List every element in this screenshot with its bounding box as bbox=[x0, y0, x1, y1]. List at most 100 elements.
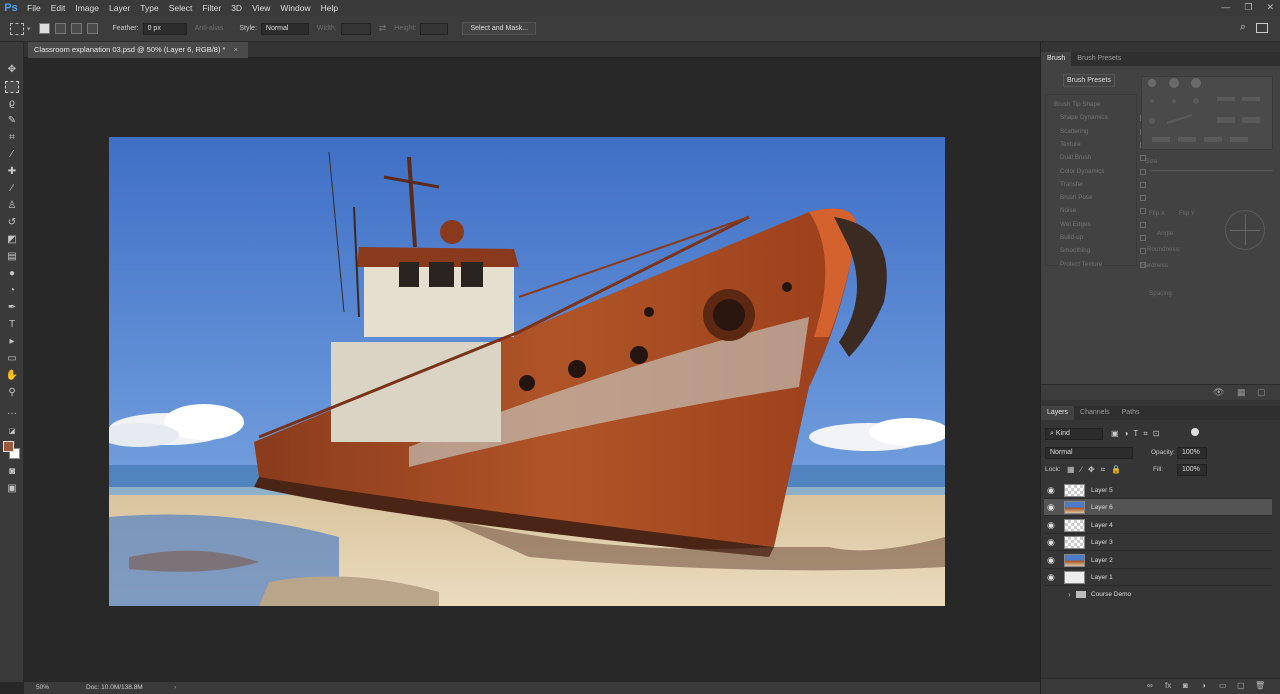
eye-preview-icon[interactable]: 👁 bbox=[1213, 387, 1224, 398]
style-select[interactable]: Normal bbox=[260, 22, 309, 35]
layer-row[interactable]: ◉ Layer 5 bbox=[1044, 482, 1272, 499]
tab-layers[interactable]: Layers bbox=[1041, 406, 1075, 420]
brush-angle-preview[interactable] bbox=[1225, 210, 1265, 250]
lock-icon[interactable] bbox=[1140, 208, 1146, 215]
brush-setting-dual-brush[interactable]: Dual Brush bbox=[1060, 152, 1146, 164]
quick-mask-icon[interactable]: ◙ bbox=[5, 466, 19, 478]
move-tool-icon[interactable]: ✥ bbox=[5, 64, 19, 76]
height-input[interactable] bbox=[420, 22, 449, 35]
link-layers-icon[interactable]: ∞ bbox=[1147, 681, 1153, 690]
add-mask-icon[interactable]: ◙ bbox=[1183, 681, 1188, 690]
menu-select[interactable]: Select bbox=[164, 0, 198, 16]
lock-icon[interactable] bbox=[1140, 168, 1146, 175]
add-to-selection-icon[interactable] bbox=[54, 23, 66, 34]
default-colors-icon[interactable]: ◪ ⇆ bbox=[5, 426, 19, 447]
brush-setting-wet-edges[interactable]: Wet Edges bbox=[1060, 219, 1146, 231]
menu-help[interactable]: Help bbox=[316, 0, 343, 16]
brush-presets-button[interactable]: Brush Presets bbox=[1063, 74, 1115, 87]
delete-layer-icon[interactable]: 🗑 bbox=[1255, 681, 1265, 690]
menu-edit[interactable]: Edit bbox=[46, 0, 71, 16]
subtract-selection-icon[interactable] bbox=[70, 23, 82, 34]
layer-row[interactable]: ◉ Layer 1 bbox=[1044, 569, 1272, 586]
layer-style-icon[interactable]: fx bbox=[1165, 681, 1171, 690]
menu-layer[interactable]: Layer bbox=[104, 0, 135, 16]
blend-mode-select[interactable]: Normal bbox=[1045, 447, 1133, 459]
close-button[interactable]: ✕ bbox=[1266, 0, 1274, 14]
blur-tool-icon[interactable]: ● bbox=[5, 268, 19, 280]
lasso-tool-icon[interactable]: ϱ bbox=[5, 98, 19, 110]
brush-setting-scattering[interactable]: Scattering bbox=[1060, 126, 1146, 138]
chevron-right-icon[interactable]: › bbox=[174, 682, 176, 694]
tab-brush[interactable]: Brush bbox=[1041, 52, 1072, 66]
layer-group-row[interactable]: › Course Demo bbox=[1044, 586, 1272, 603]
visibility-eye-icon[interactable]: ◉ bbox=[1047, 502, 1057, 512]
layer-row[interactable]: ◉ Layer 6 bbox=[1044, 499, 1272, 517]
opacity-input[interactable]: 100% bbox=[1177, 447, 1207, 459]
lock-icon[interactable] bbox=[1140, 195, 1146, 202]
visibility-eye-icon[interactable]: ◉ bbox=[1047, 485, 1057, 495]
menu-filter[interactable]: Filter bbox=[197, 0, 226, 16]
chevron-right-icon[interactable]: › bbox=[1068, 586, 1071, 603]
rectangular-marquee-tool-icon[interactable] bbox=[5, 81, 19, 93]
new-layer-icon[interactable]: ▢ bbox=[1237, 681, 1245, 690]
fill-input[interactable]: 100% bbox=[1177, 464, 1207, 476]
visibility-eye-icon[interactable]: ◉ bbox=[1047, 537, 1057, 547]
more-tools-icon[interactable]: ··· bbox=[5, 408, 19, 420]
layer-filter-select[interactable]: ⌕ Kind bbox=[1045, 428, 1103, 440]
brush-setting-brush-pose[interactable]: Brush Pose bbox=[1060, 192, 1146, 204]
zoom-tool-icon[interactable]: ⚲ bbox=[5, 387, 19, 399]
layer-row[interactable]: ◉ Layer 2 bbox=[1044, 551, 1272, 569]
brush-setting-brush-tip-shape[interactable]: Brush Tip Shape bbox=[1054, 99, 1126, 111]
gradient-tool-icon[interactable]: ▤ bbox=[5, 251, 19, 263]
antialias-checkbox[interactable]: Anti-alias bbox=[195, 25, 224, 32]
clone-stamp-tool-icon[interactable]: ♙ bbox=[5, 200, 19, 212]
tab-brush-presets[interactable]: Brush Presets bbox=[1071, 52, 1127, 66]
menu-type[interactable]: Type bbox=[135, 0, 163, 16]
brush-tool-icon[interactable]: ∕ bbox=[5, 183, 19, 195]
document-tab[interactable]: Classroom explanation 03.psd @ 50% (Laye… bbox=[28, 42, 248, 58]
brush-setting-transfer[interactable]: Transfer bbox=[1060, 179, 1146, 191]
quick-selection-tool-icon[interactable]: ✎ bbox=[5, 115, 19, 127]
close-tab-icon[interactable]: × bbox=[234, 45, 238, 54]
menu-window[interactable]: Window bbox=[275, 0, 315, 16]
menu-file[interactable]: File bbox=[22, 0, 46, 16]
menu-3d[interactable]: 3D bbox=[226, 0, 247, 16]
type-tool-icon[interactable]: T bbox=[5, 319, 19, 331]
restore-button[interactable]: ❐ bbox=[1244, 0, 1252, 14]
new-group-icon[interactable]: ▭ bbox=[1219, 681, 1227, 690]
foreground-color-swatch[interactable] bbox=[3, 441, 14, 452]
brush-tip-grid[interactable] bbox=[1141, 76, 1273, 150]
history-brush-tool-icon[interactable]: ↺ bbox=[5, 217, 19, 229]
lock-icon[interactable] bbox=[1140, 248, 1146, 255]
feather-input[interactable]: 0 px bbox=[142, 22, 187, 35]
screen-mode-icon[interactable]: ▣ bbox=[5, 483, 19, 495]
chevron-down-icon[interactable]: ▾ bbox=[27, 25, 31, 33]
filter-toggle-icon[interactable] bbox=[1191, 428, 1199, 436]
tab-channels[interactable]: Channels bbox=[1074, 406, 1116, 420]
brush-setting-noise[interactable]: Noise bbox=[1060, 205, 1146, 217]
lock-icon[interactable] bbox=[1140, 235, 1146, 241]
hand-tool-icon[interactable]: ✋ bbox=[5, 370, 19, 382]
minimize-button[interactable]: — bbox=[1221, 0, 1230, 14]
tab-paths[interactable]: Paths bbox=[1116, 406, 1146, 420]
flip-y-checkbox[interactable]: Flip Y bbox=[1179, 210, 1195, 217]
zoom-level[interactable]: 50% bbox=[36, 682, 49, 694]
layer-row[interactable]: ◉ Layer 3 bbox=[1044, 534, 1272, 552]
lock-icon[interactable] bbox=[1140, 181, 1146, 188]
brush-setting-texture[interactable]: Texture bbox=[1060, 139, 1146, 151]
brush-setting-shape-dynamics[interactable]: Shape Dynamics bbox=[1060, 112, 1146, 124]
swap-icon[interactable]: ⇄ bbox=[379, 23, 387, 34]
visibility-eye-icon[interactable]: ◉ bbox=[1047, 555, 1057, 565]
menu-view[interactable]: View bbox=[247, 0, 275, 16]
brush-setting-build-up[interactable]: Build-up bbox=[1060, 232, 1146, 244]
select-and-mask-button[interactable]: Select and Mask... bbox=[462, 22, 537, 35]
brush-setting-smoothing[interactable]: Smoothing bbox=[1060, 245, 1146, 257]
brush-setting-protect-texture[interactable]: Protect Texture bbox=[1060, 259, 1146, 271]
eyedropper-tool-icon[interactable]: ⁄ bbox=[5, 149, 19, 161]
size-slider[interactable] bbox=[1149, 170, 1273, 171]
dodge-tool-icon[interactable]: ◔ bbox=[5, 285, 19, 297]
intersect-selection-icon[interactable] bbox=[86, 23, 98, 34]
filter-icons[interactable]: ▣◑T⌗⊡ bbox=[1111, 429, 1165, 439]
eraser-tool-icon[interactable]: ◩ bbox=[5, 234, 19, 246]
visibility-eye-icon[interactable]: ◉ bbox=[1047, 520, 1057, 530]
